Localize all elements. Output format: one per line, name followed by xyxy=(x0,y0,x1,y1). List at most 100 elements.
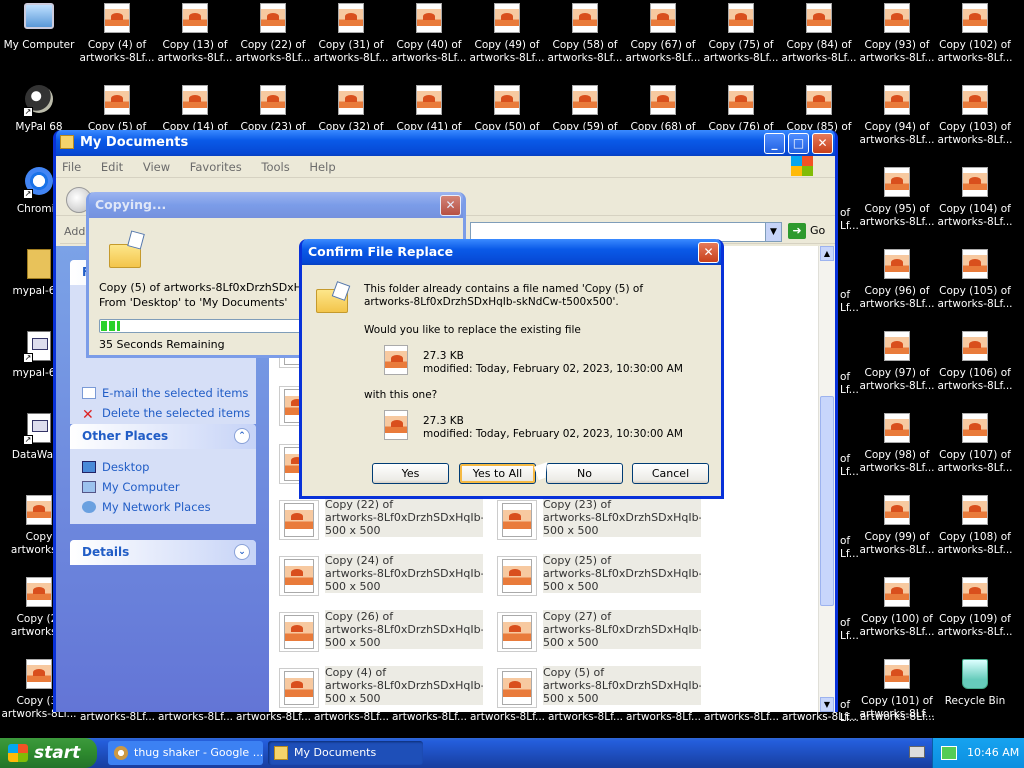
minimize-button[interactable]: _ xyxy=(764,133,785,154)
image-file-icon xyxy=(497,612,537,652)
collapse-icon[interactable]: ⌃ xyxy=(234,428,250,444)
desktop-icon[interactable]: Copy (104) of artworks-8Lf... xyxy=(936,164,1014,242)
close-button[interactable]: ✕ xyxy=(812,133,833,154)
image-file-icon xyxy=(962,3,988,33)
keyboard-icon[interactable] xyxy=(909,746,925,758)
desktop-icon-partial[interactable]: of Lf... xyxy=(838,246,858,324)
start-button[interactable]: start xyxy=(0,738,97,768)
menu-file[interactable]: File xyxy=(62,160,81,174)
desktop-icon[interactable]: Copy (108) of artworks-8Lf... xyxy=(936,492,1014,570)
email-selected-link[interactable]: E-mail the selected items xyxy=(82,385,256,401)
vertical-scrollbar[interactable]: ▲ ▼ xyxy=(818,246,835,712)
desktop-icon[interactable]: My Computer xyxy=(0,0,78,78)
file-tile[interactable]: Copy (4) ofartworks-8Lf0xDrzhSDxHqIb-s..… xyxy=(279,664,484,712)
desktop-icon[interactable]: Ca xyxy=(1014,82,1024,160)
link-my-computer[interactable]: My Computer xyxy=(82,479,256,495)
desktop-icon[interactable]: Copy (99) of artworks-8Lf... xyxy=(858,492,936,570)
scroll-down-icon[interactable]: ▼ xyxy=(820,697,834,712)
desktop-icon[interactable]: Copy (95) of artworks-8Lf... xyxy=(858,164,936,242)
yes-button[interactable]: Yes xyxy=(372,463,449,484)
desktop-icon[interactable]: Copy (58) of artworks-8Lf... xyxy=(546,0,624,78)
folder-replace-icon xyxy=(316,281,352,313)
image-file-icon xyxy=(650,85,676,115)
menu-favorites[interactable]: Favorites xyxy=(190,160,242,174)
desktop-icon[interactable]: Copy (31) of artworks-8Lf... xyxy=(312,0,390,78)
chevron-down-icon[interactable]: ▼ xyxy=(765,223,781,241)
menu-edit[interactable]: Edit xyxy=(101,160,123,174)
file-tile[interactable]: Copy (5) ofartworks-8Lf0xDrzhSDxHqIb-s..… xyxy=(497,664,702,712)
file-tile[interactable]: Copy (23) ofartworks-8Lf0xDrzhSDxHqIb-s.… xyxy=(497,496,702,544)
menu-view[interactable]: View xyxy=(143,160,170,174)
desktop-icon[interactable]: Copy (4) of artworks-8Lf... xyxy=(78,0,156,78)
desktop-icon[interactable]: Copy (67) of artworks-8Lf... xyxy=(624,0,702,78)
delete-selected-link[interactable]: ✕ Delete the selected items xyxy=(82,405,256,422)
desktop-label-strip: artworks-8Lf... xyxy=(626,711,702,723)
explorer-titlebar[interactable]: My Documents _ □ ✕ xyxy=(56,130,835,156)
desktop-icon[interactable]: Copy (109) of artworks-8Lf... xyxy=(936,574,1014,652)
clock[interactable]: 10:46 AM xyxy=(967,746,1019,759)
network-tray-icon[interactable] xyxy=(941,746,957,760)
image-file-icon xyxy=(962,85,988,115)
desktop-icon[interactable]: Copy (98) of artworks-8Lf... xyxy=(858,410,936,488)
no-button[interactable]: No xyxy=(546,463,623,484)
desktop-icon-label: of Lf... xyxy=(840,207,858,232)
menu-tools[interactable]: Tools xyxy=(261,160,289,174)
image-file-icon xyxy=(416,3,442,33)
desktop-icon[interactable]: Copy (13) of artworks-8Lf... xyxy=(156,0,234,78)
image-file-icon xyxy=(572,85,598,115)
desktop-icon-partial[interactable]: of Lf... xyxy=(838,574,858,652)
expand-icon[interactable]: ⌄ xyxy=(234,544,250,560)
image-file-icon xyxy=(497,556,537,596)
desktop-icon[interactable]: Recycle Bin xyxy=(936,656,1014,734)
desktop-icon[interactable]: Copy (75) of artworks-8Lf... xyxy=(702,0,780,78)
desktop-icon-partial[interactable]: of Lf... xyxy=(838,328,858,406)
desktop-icon[interactable]: Copy (107) of artworks-8Lf... xyxy=(936,410,1014,488)
taskbar: start thug shaker - Google ... My Docume… xyxy=(0,738,1024,768)
my-computer-icon xyxy=(24,3,54,29)
desktop-icon[interactable]: Copy (94) of artworks-8Lf... xyxy=(858,82,936,160)
link-desktop[interactable]: Desktop xyxy=(82,459,256,475)
taskbar-item-my-documents-label: My Documents xyxy=(294,746,377,759)
desktop-icon-label: Copy (96) of artworks-8Lf... xyxy=(859,285,935,310)
desktop-icon[interactable]: Copy (100) of artworks-8Lf... xyxy=(858,574,936,652)
menu-help[interactable]: Help xyxy=(309,160,335,174)
desktop-icon[interactable]: Copy (102) of artworks-8Lf... xyxy=(936,0,1014,78)
file-tile[interactable]: Copy (27) ofartworks-8Lf0xDrzhSDxHqIb-s.… xyxy=(497,608,702,656)
desktop-icon[interactable]: Copy (22) of artworks-8Lf... xyxy=(234,0,312,78)
confirm-close-button[interactable]: ✕ xyxy=(698,242,719,263)
taskbar-item-browser[interactable]: thug shaker - Google ... xyxy=(108,741,263,765)
scroll-up-icon[interactable]: ▲ xyxy=(820,246,834,261)
confirm-titlebar[interactable]: Confirm File Replace ✕ xyxy=(302,239,721,265)
desktop-icon[interactable]: Copy (93) of artworks-8Lf... xyxy=(858,0,936,78)
desktop-icon-label: Copy (109) of artworks-8Lf... xyxy=(937,613,1013,638)
cancel-button[interactable]: Cancel xyxy=(632,463,709,484)
system-tray: 10:46 AM xyxy=(909,738,1024,768)
file-tile[interactable]: Copy (26) ofartworks-8Lf0xDrzhSDxHqIb-s.… xyxy=(279,608,484,656)
go-button[interactable]: ➜ Go xyxy=(788,223,825,239)
link-my-network[interactable]: My Network Places xyxy=(82,499,256,515)
file-tile-text: Copy (25) ofartworks-8Lf0xDrzhSDxHqIb-s.… xyxy=(543,554,701,593)
maximize-button[interactable]: □ xyxy=(788,133,809,154)
file-tile[interactable]: Copy (25) ofartworks-8Lf0xDrzhSDxHqIb-s.… xyxy=(497,552,702,600)
yes-to-all-button[interactable]: Yes to All xyxy=(459,463,536,484)
taskbar-item-my-documents[interactable]: My Documents xyxy=(268,741,423,765)
copying-close-button[interactable]: ✕ xyxy=(440,195,461,216)
details-header[interactable]: Details ⌄ xyxy=(70,540,256,565)
desktop-icon[interactable]: Copy (96) of artworks-8Lf... xyxy=(858,246,936,324)
desktop-icon[interactable]: Copy (49) of artworks-8Lf... xyxy=(468,0,546,78)
desktop-icon[interactable]: Copy (106) of artworks-8Lf... xyxy=(936,328,1014,406)
desktop-icon[interactable]: Copy (84) of artworks-8Lf... xyxy=(780,0,858,78)
file-tile[interactable]: Copy (22) ofartworks-8Lf0xDrzhSDxHqIb-s.… xyxy=(279,496,484,544)
desktop-icon-partial[interactable]: of Lf... xyxy=(838,410,858,488)
file-tile[interactable]: Copy (24) ofartworks-8Lf0xDrzhSDxHqIb-s.… xyxy=(279,552,484,600)
desktop-icon[interactable]: Copy (40) of artworks-8Lf... xyxy=(390,0,468,78)
desktop-icon-partial[interactable]: of Lf... xyxy=(838,164,858,242)
desktop-icon[interactable]: Copy (103) of artworks-8Lf... xyxy=(936,82,1014,160)
other-places-header[interactable]: Other Places ⌃ xyxy=(70,424,256,449)
desktop-icon[interactable]: Copy (105) of artworks-8Lf... xyxy=(936,246,1014,324)
desktop-icon-partial[interactable]: of Lf... xyxy=(838,492,858,570)
desktop-icon[interactable]: Ca xyxy=(1014,0,1024,78)
desktop-icon[interactable]: Copy (97) of artworks-8Lf... xyxy=(858,328,936,406)
scroll-thumb[interactable] xyxy=(820,396,834,606)
copying-titlebar[interactable]: Copying... ✕ xyxy=(89,192,463,218)
